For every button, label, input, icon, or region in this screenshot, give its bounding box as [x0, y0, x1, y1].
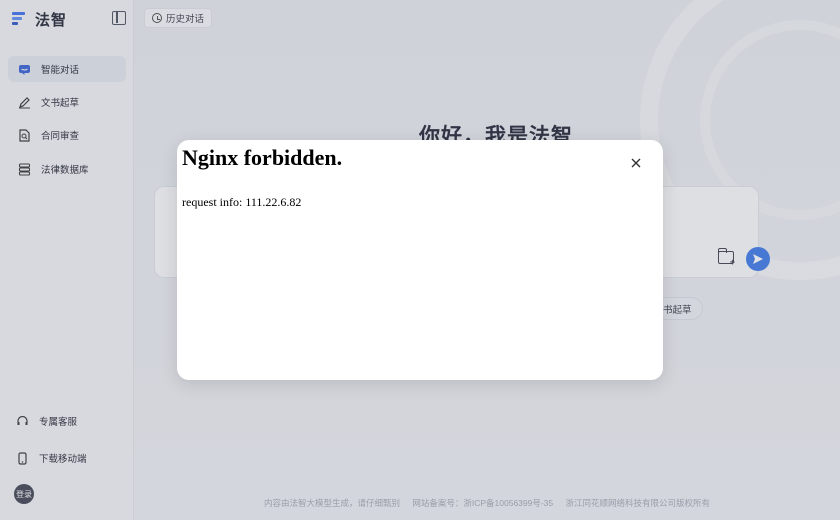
modal-title: Nginx forbidden.	[182, 145, 343, 170]
close-icon[interactable]	[629, 156, 643, 170]
error-modal: Nginx forbidden. request info: 111.22.6.…	[177, 140, 663, 380]
modal-body: request info: 111.22.6.82	[182, 195, 302, 209]
